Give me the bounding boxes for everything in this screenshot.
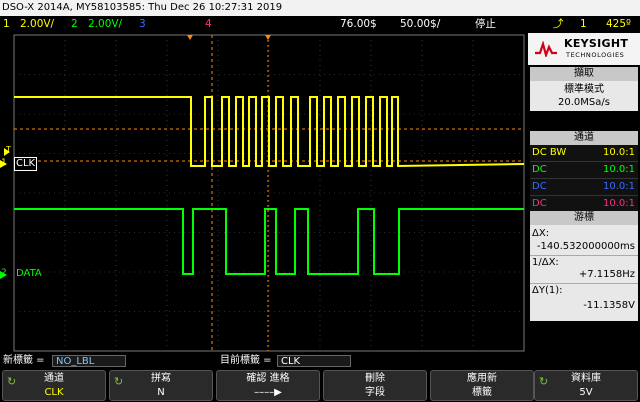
ch2-number[interactable]: 2 [71,16,78,33]
waveform-display[interactable]: CLK 1 DATA 2 T [0,33,528,353]
acquire-header[interactable]: 擷取 [530,67,638,81]
time-position[interactable]: 76.00$ [340,16,377,33]
acquire-mode: 標準模式 [564,84,604,95]
softkey-delete[interactable]: 刪除 字段 [323,370,427,401]
keysight-wave-icon [535,41,557,57]
ch2-scale[interactable]: 2.00V/ [88,16,122,33]
softkey-channel[interactable]: ↻ 通道 CLK [2,370,106,401]
new-label-input[interactable]: NO_LBL [52,355,126,367]
keysight-logo: KEYSIGHT TECHNOLOGIES [528,33,640,65]
ch2-ground-marker: 2 [1,268,7,278]
data-waveform [14,208,524,275]
softkey-enter[interactable]: 確認 進格 ––––▶ [216,370,320,401]
time-scale[interactable]: 50.00$/ [400,16,440,33]
cursor-header[interactable]: 游標 [530,211,638,225]
title-bar: DSO-X 2014A, MY58103585: Thu Dec 26 10:2… [0,0,640,16]
channel-row-2[interactable]: DC 10.0:1 [530,162,638,179]
dy-value: -11.1358V [583,300,635,311]
trigger-position-marker [187,35,193,40]
dx-label: ΔX: [532,228,550,239]
acquire-rate: 20.0MSa/s [558,97,610,108]
ch1-label: CLK [14,157,38,171]
ch1-scale[interactable]: 2.00V/ [20,16,54,33]
inv-dx-label: 1/ΔX: [532,257,559,268]
inv-dx-value: +7.1158Hz [578,269,635,280]
dy-label: ΔY(1): [532,285,563,296]
ch1-ground-marker: 1 [1,158,7,168]
channel-list[interactable]: DC BW 10.0:1 DC 10.0:1 DC 10.0:1 DC 10.0:1 [530,145,638,213]
label-bar: 新標籤 = NO_LBL 目前標籤 = CLK [0,353,640,369]
trigger-edge-icon: ⤴ [553,18,564,30]
softkey-spell[interactable]: ↻ 拼寫 N [109,370,213,401]
right-panel: KEYSIGHT TECHNOLOGIES 擷取 標準模式 20.0MSa/s … [528,33,640,353]
current-label-caption: 目前標籤 = [220,355,272,366]
brand-name: KEYSIGHT [564,37,629,50]
ch2-label: DATA [16,268,42,279]
trigger-source[interactable]: 1 [580,16,587,33]
status-bar: 1 2.00V/ 2 2.00V/ 3 4 76.00$ 50.00$/ 停止 … [0,16,640,33]
arrow-right-icon: ––––▶ [254,387,282,398]
channel-row-3[interactable]: DC 10.0:1 [530,179,638,196]
new-label-caption: 新標籤 = [3,355,45,366]
cursor-readout[interactable]: ΔX: -140.532000000ms 1/ΔX: +7.1158Hz ΔY(… [530,225,638,321]
softkey-library[interactable]: ↻ 資料庫 5V [534,370,638,401]
run-state[interactable]: 停止 [475,16,496,33]
ch4-number[interactable]: 4 [205,16,212,33]
softkey-apply-label[interactable]: 應用新 標籤 [430,370,534,401]
dx-value: -140.532000000ms [536,241,635,252]
trigger-level-marker: T [6,145,11,154]
waveform-svg [0,34,525,352]
ch1-number[interactable]: 1 [3,16,10,33]
ch3-number[interactable]: 3 [139,16,146,33]
brand-sub: TECHNOLOGIES [566,51,625,59]
channel-row-1[interactable]: DC BW 10.0:1 [530,145,638,162]
channel-header[interactable]: 通道 [530,131,638,145]
softkey-bar: ↻ 通道 CLK ↻ 拼寫 N 確認 進格 ––––▶ 刪除 字段 應用新 標籤… [0,369,640,402]
acquire-info[interactable]: 標準模式 20.0MSa/s [530,81,638,111]
trigger-level[interactable]: 425º [606,16,631,33]
current-label-value: CLK [277,355,351,367]
clk-waveform [14,96,525,168]
